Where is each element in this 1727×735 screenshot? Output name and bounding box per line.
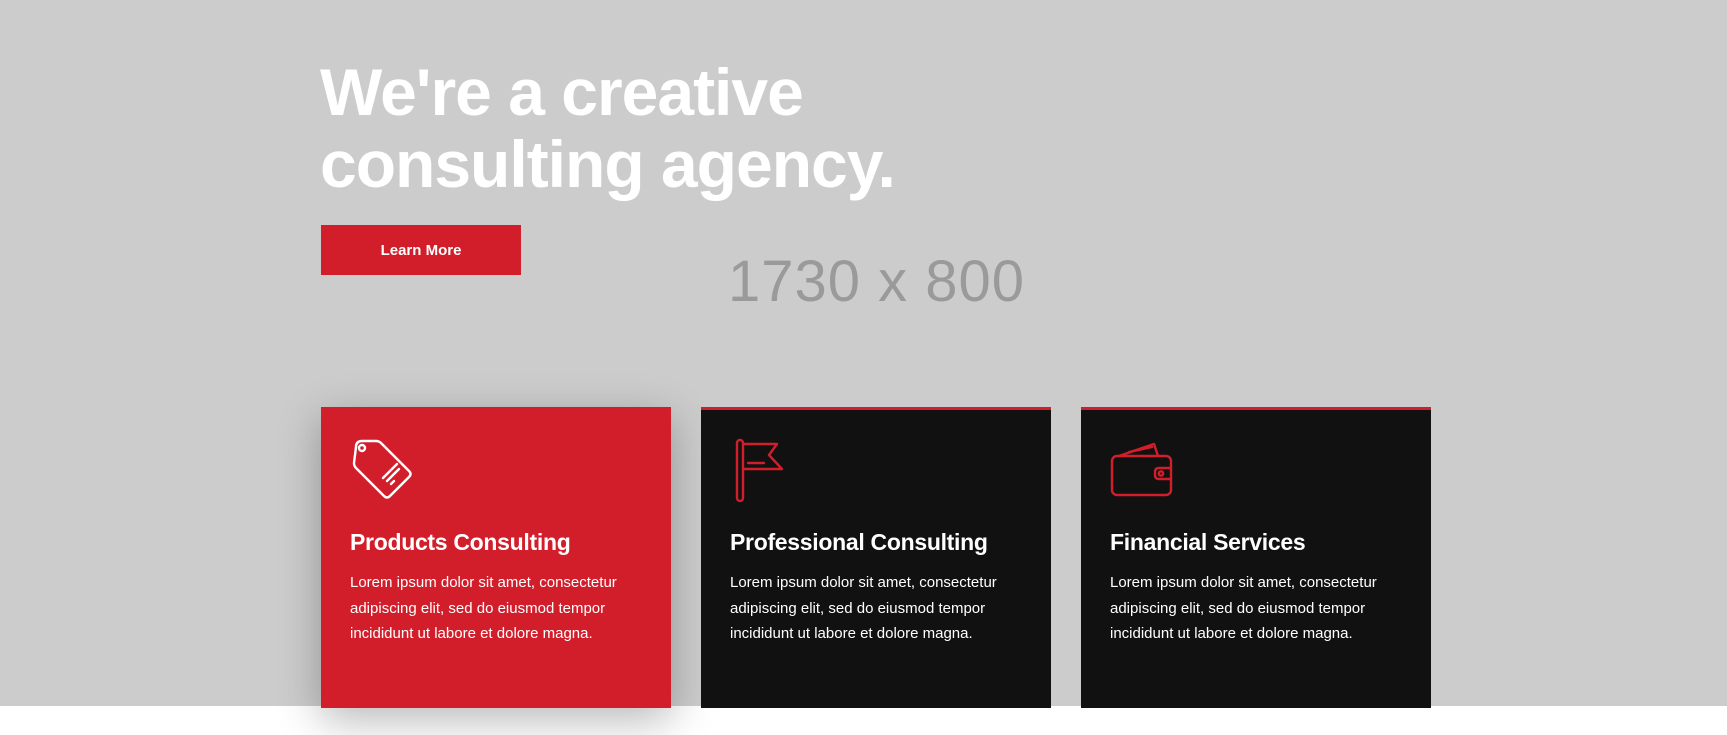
- service-card-financial-services[interactable]: Financial Services Lorem ipsum dolor sit…: [1081, 407, 1431, 708]
- hero-headline: We're a creative consulting agency.: [320, 56, 1020, 200]
- service-card-description: Lorem ipsum dolor sit amet, consectetur …: [350, 574, 617, 642]
- price-tag-icon: [352, 439, 412, 499]
- service-card-professional-consulting[interactable]: Professional Consulting Lorem ipsum dolo…: [701, 407, 1051, 708]
- service-card-description: Lorem ipsum dolor sit amet, consectetur …: [1110, 574, 1377, 642]
- hero-image-placeholder-text: 1730 x 800: [728, 249, 1026, 314]
- hero-headline-line-1: We're a creative: [320, 55, 804, 129]
- service-card-title: Financial Services: [1110, 529, 1306, 555]
- service-card-products-consulting[interactable]: Products Consulting Lorem ipsum dolor si…: [321, 407, 671, 708]
- wallet-icon: [1110, 442, 1173, 497]
- service-card-description: Lorem ipsum dolor sit amet, consectetur …: [730, 574, 997, 642]
- service-card-title: Professional Consulting: [730, 529, 988, 555]
- services-cards: Products Consulting Lorem ipsum dolor si…: [321, 407, 1431, 708]
- flag-icon: [735, 438, 784, 503]
- service-card-title: Products Consulting: [350, 529, 571, 555]
- hero-headline-line-2: consulting agency.: [320, 127, 896, 201]
- learn-more-button[interactable]: Learn More: [321, 225, 521, 275]
